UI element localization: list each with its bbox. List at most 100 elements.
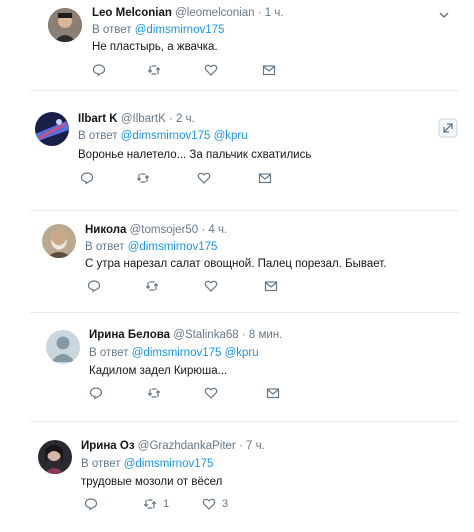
envelope-icon — [258, 173, 272, 184]
display-name[interactable]: Ilbart K — [78, 113, 118, 125]
reply-button[interactable] — [80, 170, 100, 186]
like-button[interactable] — [197, 170, 217, 186]
user-handle[interactable]: @Stalinka68 — [173, 329, 238, 341]
dm-button[interactable] — [266, 385, 280, 401]
tweet-text: трудовые мозоли от вёсел — [81, 476, 223, 488]
tweet-text: С утра нарезал салат овощной. Палец поре… — [85, 258, 387, 270]
reply-prefix: В ответ — [85, 241, 125, 253]
user-handle[interactable]: @GrazhdankaPiter — [138, 440, 236, 452]
reply-context: В ответ @dimsmirnov175 — [81, 457, 213, 471]
avatar[interactable] — [46, 330, 80, 364]
dm-button[interactable] — [262, 62, 276, 78]
reply-prefix: В ответ — [89, 347, 129, 359]
avatar-image — [48, 8, 82, 42]
user-handle[interactable]: @leomelconian — [175, 7, 254, 19]
tweet-2[interactable]: Ilbart K @IlbartK · 2 ч. В ответ @dimsmi… — [0, 100, 474, 198]
display-name[interactable]: Leo Melconian — [92, 7, 172, 19]
retweet-button[interactable] — [145, 278, 165, 294]
like-button[interactable]: 3 — [202, 496, 228, 512]
retweet-button[interactable] — [147, 62, 167, 78]
tweet-text: Не пластырь, а жвачка. — [92, 41, 218, 53]
heart-icon — [204, 64, 218, 76]
expand-icon[interactable] — [438, 118, 458, 138]
tweet-actions: 1 3 — [84, 496, 314, 512]
tweet-4[interactable]: Ирина Белова @Stalinka68 · 8 мин. В отве… — [0, 318, 474, 416]
heart-icon — [202, 498, 216, 510]
reply-icon — [92, 64, 106, 77]
retweet-icon — [147, 388, 161, 398]
tweet-actions — [87, 278, 317, 294]
user-handle[interactable]: @tomsojer50 — [130, 224, 199, 236]
timestamp[interactable]: · 8 мин. — [242, 329, 283, 341]
retweet-button[interactable] — [136, 170, 156, 186]
heart-icon — [204, 387, 218, 399]
avatar-image — [35, 112, 69, 146]
timestamp[interactable]: · 4 ч. — [201, 224, 227, 236]
reply-button[interactable] — [92, 62, 112, 78]
reply-button[interactable] — [84, 496, 104, 512]
heart-icon — [204, 280, 218, 292]
separator — [30, 90, 460, 91]
timestamp[interactable]: · 7 ч. — [239, 440, 265, 452]
heart-icon — [197, 172, 211, 184]
display-name[interactable]: Ирина Белова — [89, 329, 170, 341]
reply-context: В ответ @dimsmirnov175 @kpru — [89, 346, 259, 360]
mention-link[interactable]: @dimsmirnov175 — [124, 458, 214, 470]
tweet-header: Ирина Белова @Stalinka68 · 8 мин. — [89, 328, 282, 342]
separator — [30, 421, 460, 422]
tweet-header: Никола @tomsojer50 · 4 ч. — [85, 223, 227, 237]
avatar[interactable] — [42, 224, 76, 258]
tweet-actions — [80, 170, 310, 186]
envelope-icon — [266, 388, 280, 399]
reply-context: В ответ @dimsmirnov175 — [85, 240, 217, 254]
retweet-button[interactable] — [147, 385, 167, 401]
retweet-icon — [145, 281, 159, 291]
reply-prefix: В ответ — [92, 24, 132, 36]
reply-prefix: В ответ — [78, 130, 118, 142]
retweet-button[interactable]: 1 — [143, 496, 169, 512]
display-name[interactable]: Ирина Оз — [81, 440, 135, 452]
like-button[interactable] — [204, 62, 224, 78]
avatar-image — [38, 440, 72, 474]
tweet-header: Ирина Оз @GrazhdankaPiter · 7 ч. — [81, 439, 265, 453]
tweet-text: Кадилом задел Кирюша... — [89, 365, 228, 377]
tweet-3[interactable]: Никола @tomsojer50 · 4 ч. В ответ @dimsm… — [0, 214, 474, 310]
like-button[interactable] — [204, 278, 224, 294]
user-handle[interactable]: @IlbartK — [121, 113, 166, 125]
dm-button[interactable] — [264, 278, 278, 294]
separator — [30, 312, 460, 313]
reply-context: В ответ @dimsmirnov175 @kpru — [78, 129, 248, 143]
timestamp[interactable]: · 2 ч. — [169, 113, 195, 125]
like-count: 3 — [222, 498, 229, 510]
avatar[interactable] — [35, 112, 69, 146]
reply-icon — [89, 387, 103, 400]
chevron-down-icon[interactable] — [438, 9, 450, 21]
avatar-image — [42, 224, 76, 258]
like-button[interactable] — [204, 385, 224, 401]
mention-link[interactable]: @dimsmirnov175 @kpru — [121, 130, 248, 142]
reply-button[interactable] — [87, 278, 107, 294]
default-avatar-icon — [46, 330, 80, 364]
mention-link[interactable]: @dimsmirnov175 @kpru — [132, 347, 259, 359]
display-name[interactable]: Никола — [85, 224, 126, 236]
envelope-icon — [262, 65, 276, 76]
mention-link[interactable]: @dimsmirnov175 — [128, 241, 218, 253]
mention-link[interactable]: @dimsmirnov175 — [135, 24, 225, 36]
tweet-5[interactable]: Ирина Оз @GrazhdankaPiter · 7 ч. В ответ… — [0, 428, 474, 532]
timestamp[interactable]: · 1 ч. — [258, 7, 284, 19]
retweet-count: 1 — [163, 498, 170, 510]
tweet-header: Leo Melconian @leomelconian · 1 ч. — [92, 6, 284, 20]
avatar[interactable] — [48, 8, 82, 42]
tweet-1[interactable]: Leo Melconian @leomelconian · 1 ч. В отв… — [0, 0, 474, 90]
separator — [30, 210, 460, 211]
tweet-actions — [89, 385, 319, 401]
retweet-icon — [136, 173, 150, 183]
avatar[interactable] — [38, 440, 72, 474]
dm-button[interactable] — [258, 170, 272, 186]
retweet-icon — [147, 65, 161, 75]
tweet-header: Ilbart K @IlbartK · 2 ч. — [78, 112, 195, 126]
reply-button[interactable] — [89, 385, 109, 401]
reply-icon — [87, 280, 101, 293]
tweet-text: Воронье налетело... За пальчик схватилис… — [78, 149, 312, 161]
envelope-icon — [264, 281, 278, 292]
